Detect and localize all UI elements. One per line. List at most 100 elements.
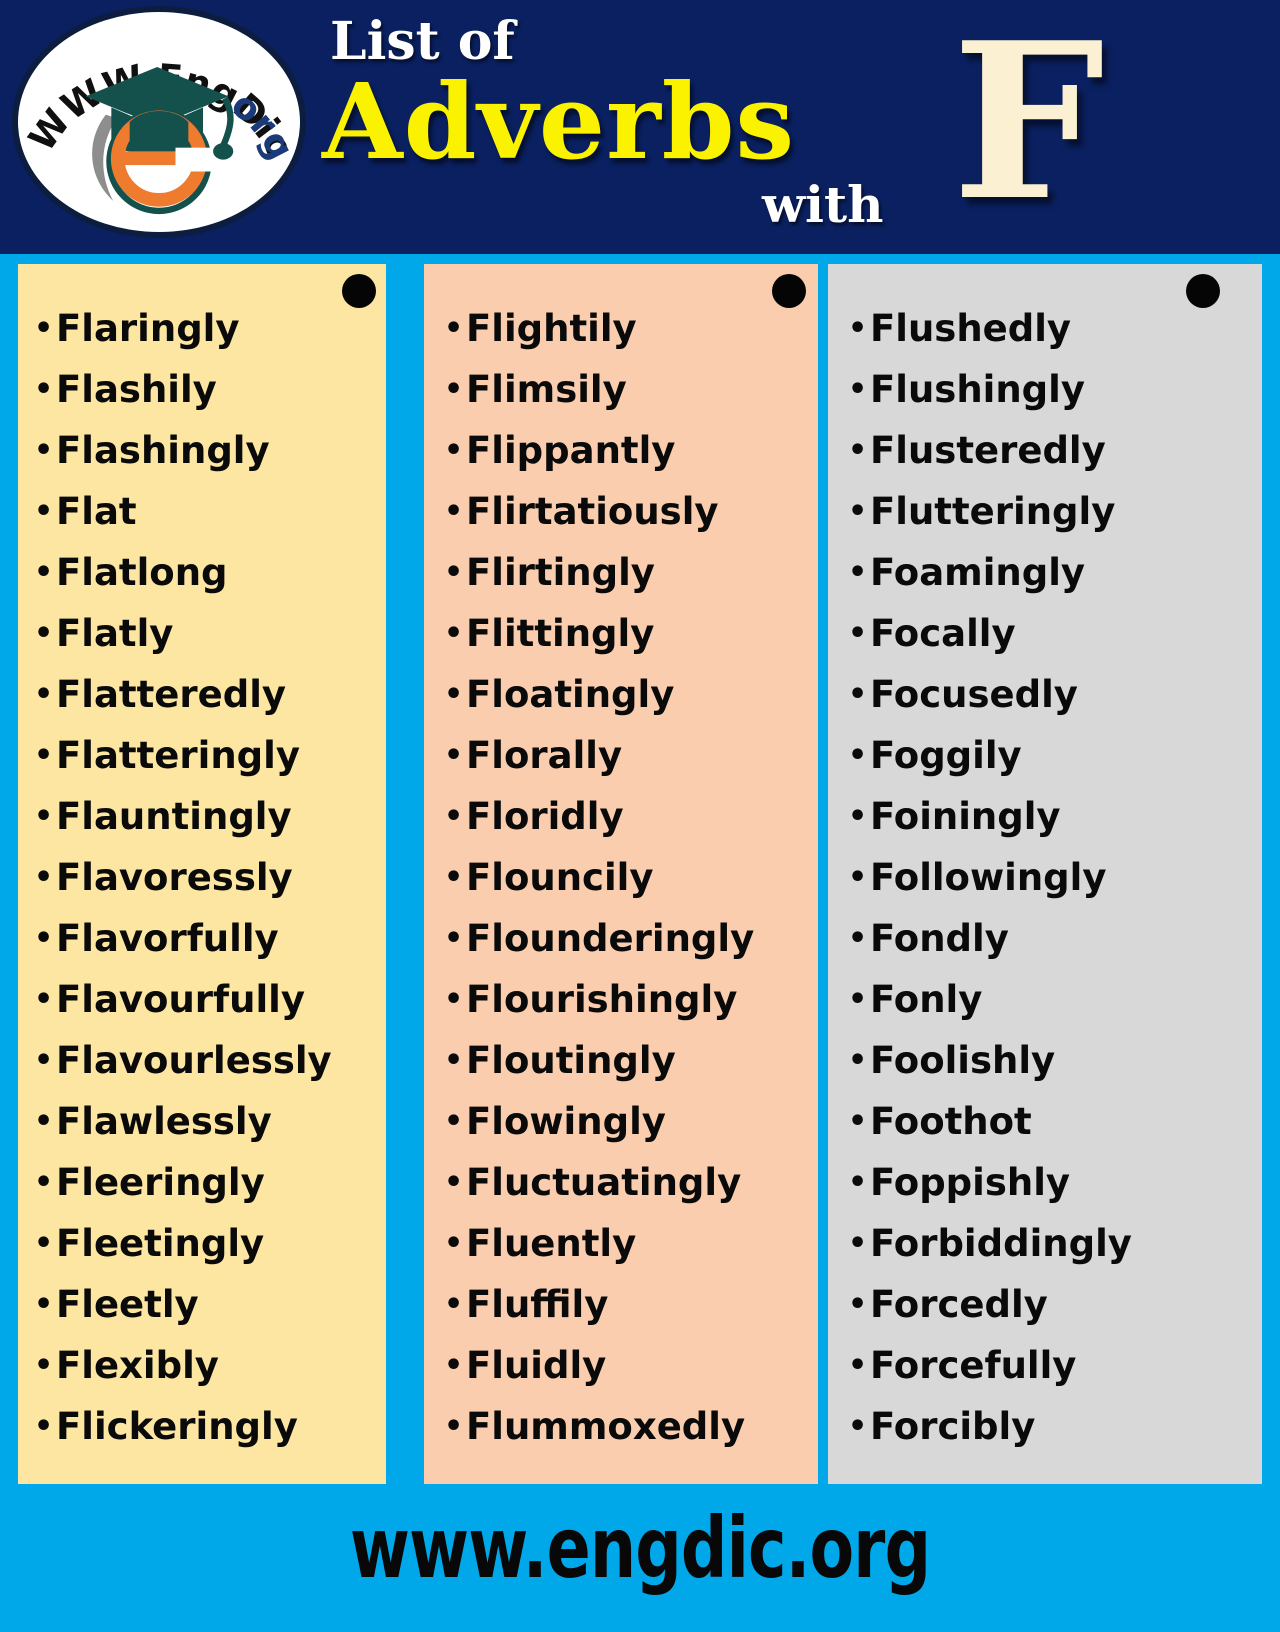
engdic-logo: WWW.EngDic. org [12,6,306,238]
list-item: •Flirtatiously [424,481,818,542]
title-block: List of Adverbs with [322,8,922,248]
word-column-2: •Flightily •Flimsily •Flippantly •Flirtatio… [424,264,818,1484]
word-list-2: •Flightily •Flimsily •Flippantly •Flirtatio… [424,298,818,1457]
word-label: Flowingly [466,1100,666,1143]
word-label: Flouncily [466,856,654,899]
word-label: Flickeringly [56,1405,298,1448]
word-label: Flawlessly [56,1100,272,1143]
list-item: •Flawlessly [18,1091,386,1152]
list-item: •Flavoressly [18,847,386,908]
word-label: Forcedly [870,1283,1048,1326]
word-label: Flummoxedly [466,1405,746,1448]
word-label: Flushedly [870,307,1072,350]
list-item: •Flexibly [18,1335,386,1396]
bullet-icon: • [848,494,868,529]
list-item: •Flickeringly [18,1396,386,1457]
list-item: •Fondly [828,908,1262,969]
list-item: •Flatteredly [18,664,386,725]
list-item: •Fleeringly [18,1152,386,1213]
list-item: •Fluctuatingly [424,1152,818,1213]
bullet-icon: • [848,616,868,651]
list-item: •Foggily [828,725,1262,786]
list-item: •Forcefully [828,1335,1262,1396]
e-opening-mask [175,147,213,172]
word-label: Foolishly [870,1039,1056,1082]
word-label: Flusteredly [870,429,1106,472]
bullet-icon: • [444,1287,464,1322]
word-label: Fondly [870,917,1009,960]
footer-bar: www.engdic.org [0,1492,1280,1632]
bullet-icon: • [444,677,464,712]
word-label: Flaringly [56,307,240,350]
list-item: •Flaringly [18,298,386,359]
bullet-icon: • [444,1348,464,1383]
bullet-icon: • [444,1043,464,1078]
word-label: Flatteringly [56,734,300,777]
list-item: •Fleetly [18,1274,386,1335]
bullet-icon: • [34,1165,54,1200]
list-item: •Flimsily [424,359,818,420]
word-columns: •Flaringly •Flashily •Flashingly •Flat •Flat… [0,254,1280,1492]
list-item: •Flusteredly [828,420,1262,481]
title-connector: with [762,175,884,234]
header-banner: WWW.EngDic. org List of Adverbs with F [0,0,1280,254]
word-label: Flirtingly [466,551,655,594]
word-label: Focusedly [870,673,1078,716]
word-label: Fleetly [56,1283,199,1326]
word-label: Fleeringly [56,1161,265,1204]
word-label: Floatingly [466,673,675,716]
list-item: •Foiningly [828,786,1262,847]
bullet-icon: • [444,738,464,773]
list-item: •Flatteringly [18,725,386,786]
bullet-icon: • [848,1043,868,1078]
bullet-icon: • [444,494,464,529]
word-label: Flavourfully [56,978,305,1021]
list-item: •Flatly [18,603,386,664]
word-label: Flavourlessly [56,1039,332,1082]
word-label: Flat [56,490,137,533]
footer-website: www.engdic.org [349,1499,931,1597]
bullet-icon: • [34,1287,54,1322]
list-item: •Floatingly [424,664,818,725]
list-item: •Fleetingly [18,1213,386,1274]
list-item: •Flouncily [424,847,818,908]
word-label: Flauntingly [56,795,292,838]
letter-badge: F [952,0,1105,248]
word-label: Flirtatiously [466,490,719,533]
logo-graphic: WWW.EngDic. org [18,12,300,215]
word-label: Fluently [466,1222,637,1265]
list-item: •Flippantly [424,420,818,481]
word-label: Focally [870,612,1016,655]
word-label: Florally [466,734,623,777]
list-item: •Foppishly [828,1152,1262,1213]
bullet-icon: • [848,1226,868,1261]
bullet-icon: • [444,1165,464,1200]
list-item: •Flat [18,481,386,542]
word-label: Flavorfully [56,917,279,960]
bullet-icon: • [444,1104,464,1139]
list-item: •Fluffily [424,1274,818,1335]
bullet-icon: • [848,555,868,590]
bullet-icon: • [34,677,54,712]
word-label: Foamingly [870,551,1086,594]
list-item: •Floutingly [424,1030,818,1091]
bullet-icon: • [444,1409,464,1444]
list-item: •Flashily [18,359,386,420]
list-item: •Flavourfully [18,969,386,1030]
bullet-icon: • [34,799,54,834]
word-label: Flippantly [466,429,676,472]
page-title: Adverbs [322,60,796,183]
word-label: Flashingly [56,429,270,472]
bullet-icon: • [34,860,54,895]
list-item: •Flirtingly [424,542,818,603]
list-item: •Foamingly [828,542,1262,603]
bullet-icon: • [444,616,464,651]
list-item: •Flashingly [18,420,386,481]
bullet-icon: • [34,311,54,346]
word-label: Forcefully [870,1344,1077,1387]
word-label: Flittingly [466,612,655,655]
word-label: Flatlong [56,551,228,594]
bullet-icon: • [848,860,868,895]
list-item: •Flourishingly [424,969,818,1030]
bullet-icon: • [34,494,54,529]
